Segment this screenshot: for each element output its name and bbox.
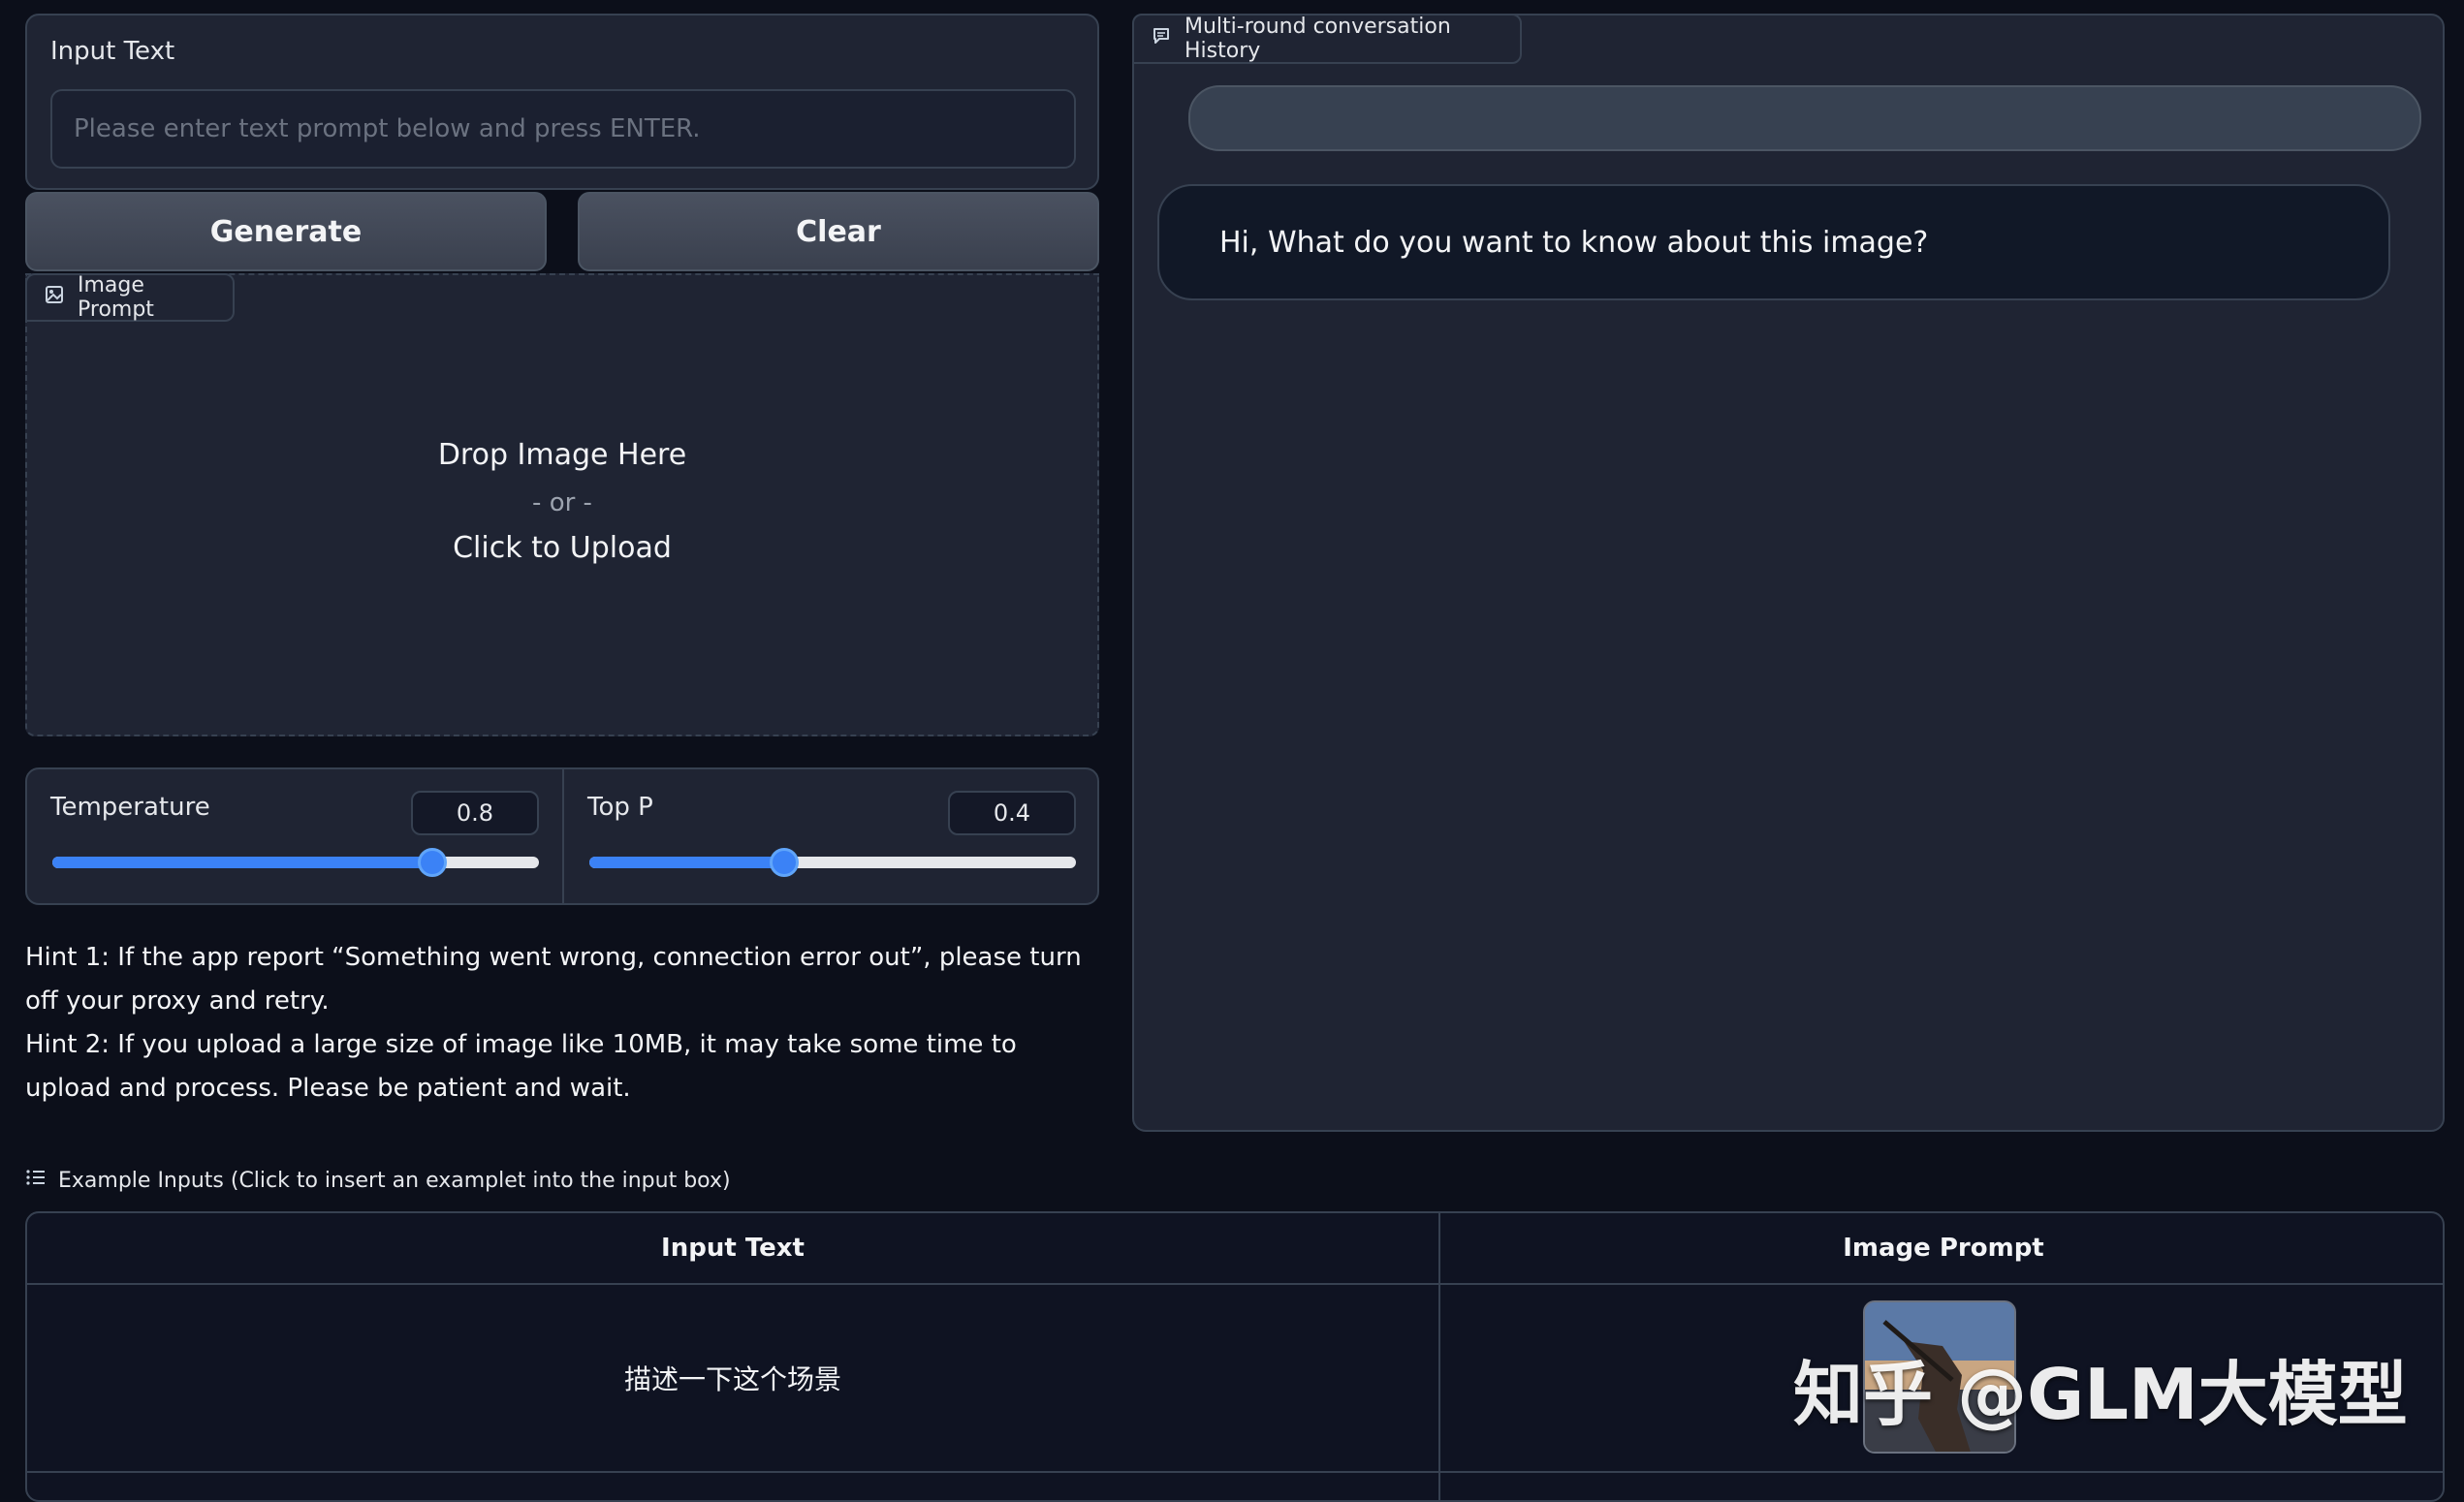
slider-divider [562, 769, 564, 903]
top-p-value-input[interactable]: 0.4 [948, 791, 1076, 835]
chat-history-panel: Hi, What do you want to know about this … [1132, 14, 2445, 1132]
list-icon [25, 1168, 47, 1193]
drop-image-text: Drop Image Here [437, 438, 687, 472]
bot-message-bubble: Hi, What do you want to know about this … [1157, 184, 2390, 300]
image-icon [45, 285, 64, 310]
examples-header-input-text: Input Text [661, 1234, 805, 1263]
input-text-field[interactable]: Please enter text prompt below and press… [50, 89, 1076, 169]
example-input-text-cell[interactable]: 描述一下这个场景 [27, 1285, 1438, 1471]
image-dropzone[interactable]: Drop Image Here - or - Click to Upload [25, 273, 1099, 736]
top-p-slider-fill [589, 857, 784, 868]
hints-block: Hint 1: If the app report “Something wen… [25, 936, 1091, 1111]
chat-history-tab-label: Multi-round conversation History [1185, 15, 1451, 63]
bot-message-text: Hi, What do you want to know about this … [1219, 225, 1929, 260]
click-upload-text[interactable]: Click to Upload [27, 531, 1097, 565]
hint-1: Hint 1: If the app report “Something wen… [25, 943, 1082, 1016]
watermark-text: 知乎 @GLM大模型 [1793, 1354, 2408, 1435]
temperature-value-input[interactable]: 0.8 [411, 791, 539, 835]
table-row-divider [27, 1471, 2443, 1473]
examples-header: Example Inputs (Click to insert an examp… [25, 1163, 731, 1198]
top-p-label: Top P [587, 793, 653, 822]
image-prompt-tab: Image Prompt [25, 273, 235, 322]
chat-history-tab: Multi-round conversation History [1132, 14, 1522, 64]
generate-button[interactable]: Generate [25, 192, 547, 271]
drop-or-text: - or - [532, 488, 592, 517]
temperature-label: Temperature [50, 793, 210, 822]
examples-title: Example Inputs (Click to insert an examp… [58, 1168, 731, 1193]
user-message-bubble [1188, 85, 2421, 151]
input-text-panel: Input Text Please enter text prompt belo… [25, 14, 1099, 190]
examples-header-image-prompt: Image Prompt [1843, 1234, 2044, 1263]
temperature-slider-fill [52, 857, 432, 868]
chat-bubble-icon [1152, 26, 1171, 51]
image-prompt-tab-label: Image Prompt [78, 273, 154, 322]
hint-2: Hint 2: If you upload a large size of im… [25, 1030, 1017, 1103]
sliders-panel: Temperature 0.8 Top P 0.4 [25, 767, 1099, 905]
clear-button[interactable]: Clear [578, 192, 1099, 271]
top-p-slider-thumb[interactable] [770, 848, 799, 877]
input-text-label: Input Text [50, 37, 175, 66]
temperature-slider-thumb[interactable] [418, 848, 447, 877]
input-text-placeholder: Please enter text prompt below and press… [74, 114, 701, 143]
